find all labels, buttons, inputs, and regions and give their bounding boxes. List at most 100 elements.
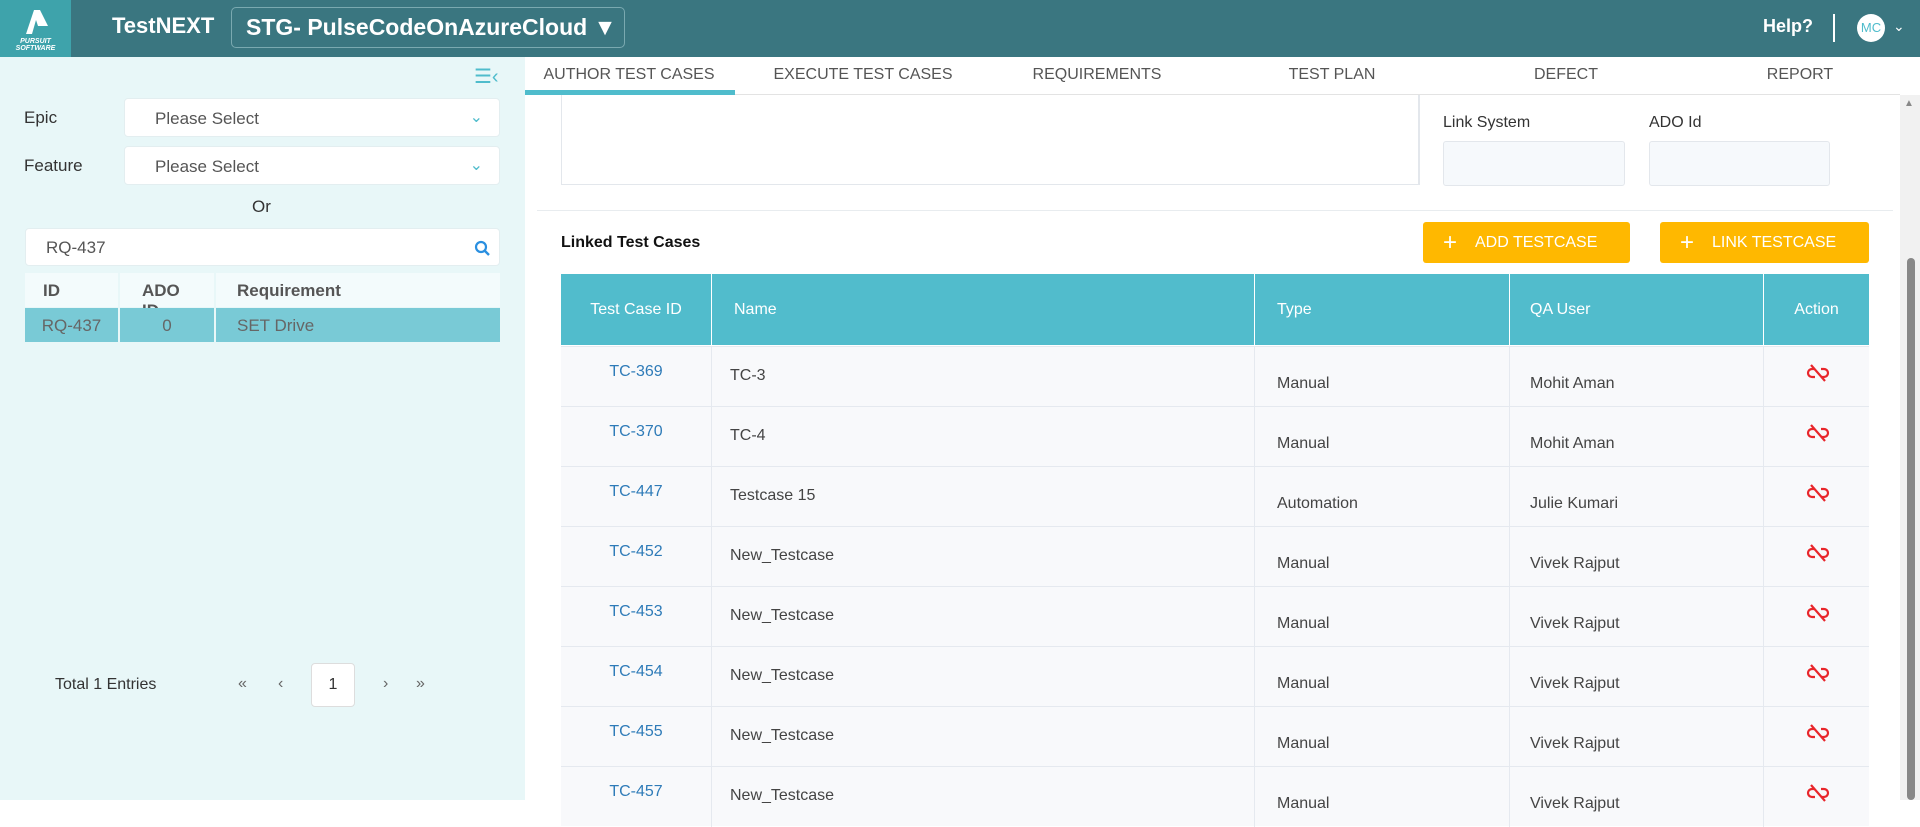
tab-defect[interactable]: DEFECT: [1534, 66, 1598, 84]
feature-select[interactable]: Please Select ⌄: [124, 146, 500, 185]
col-type: Type: [1255, 274, 1510, 345]
epic-label: Epic: [24, 108, 58, 127]
test-case-type: Automation: [1255, 467, 1510, 527]
help-link[interactable]: Help?: [1763, 16, 1813, 37]
action-cell: [1764, 527, 1869, 587]
table-row: TC-370 TC-4 Manual Mohit Aman: [561, 406, 1869, 467]
table-row: TC-447 Testcase 15 Automation Julie Kuma…: [561, 466, 1869, 527]
tab-author-test-cases[interactable]: AUTHOR TEST CASES: [544, 66, 715, 84]
next-page-button[interactable]: ›: [383, 675, 388, 693]
test-case-id-link[interactable]: TC-455: [561, 707, 712, 767]
tab-report[interactable]: REPORT: [1767, 66, 1833, 84]
qa-user: Vivek Rajput: [1510, 647, 1764, 707]
table-row: TC-454 New_Testcase Manual Vivek Rajput: [561, 646, 1869, 707]
app-title: TestNEXT: [112, 13, 215, 38]
requirement-row-ado[interactable]: 0: [120, 308, 214, 342]
qa-user: Julie Kumari: [1510, 467, 1764, 527]
ado-id-input[interactable]: [1649, 141, 1830, 186]
chevron-down-icon[interactable]: ⌄: [1893, 18, 1905, 35]
plus-icon: +: [1443, 229, 1458, 256]
action-cell: [1764, 647, 1869, 707]
qa-user: Vivek Rajput: [1510, 587, 1764, 647]
test-case-name: TC-3: [712, 347, 1255, 407]
col-name: Name: [712, 274, 1255, 345]
test-case-type: Manual: [1255, 407, 1510, 467]
test-case-type: Manual: [1255, 587, 1510, 647]
test-case-id-link[interactable]: TC-370: [561, 407, 712, 467]
section-divider: [537, 210, 1893, 211]
action-cell: [1764, 347, 1869, 407]
test-case-name: Testcase 15: [712, 467, 1255, 527]
test-case-name: New_Testcase: [712, 707, 1255, 767]
link-testcase-button[interactable]: + LINK TESTCASE: [1660, 222, 1869, 263]
table-row: TC-457 New_Testcase Manual Vivek Rajput: [561, 766, 1869, 827]
test-case-id-link[interactable]: TC-369: [561, 347, 712, 407]
search-icon[interactable]: [474, 240, 491, 257]
test-case-id-link[interactable]: TC-453: [561, 587, 712, 647]
chevron-down-icon: ⌄: [469, 157, 483, 174]
qa-user: Vivek Rajput: [1510, 707, 1764, 767]
add-testcase-button[interactable]: + ADD TESTCASE: [1423, 222, 1630, 263]
requirement-search-input[interactable]: RQ-437: [25, 228, 500, 266]
ado-id-label: ADO Id: [1649, 114, 1702, 131]
test-case-type: Manual: [1255, 707, 1510, 767]
requirement-row-name[interactable]: SET Drive: [216, 308, 500, 342]
test-case-id-link[interactable]: TC-447: [561, 467, 712, 527]
test-case-name: New_Testcase: [712, 767, 1255, 827]
unlink-icon[interactable]: [1806, 543, 1830, 563]
collapse-sidebar-icon[interactable]: ☰‹: [474, 64, 499, 89]
pursuit-logo[interactable]: PURSUIT SOFTWARE: [0, 0, 71, 57]
epic-select[interactable]: Please Select ⌄: [124, 98, 500, 137]
test-case-name: TC-4: [712, 407, 1255, 467]
epic-value: Please Select: [155, 109, 259, 128]
test-case-type: Manual: [1255, 647, 1510, 707]
col-requirement: Requirement: [216, 273, 500, 307]
unlink-icon[interactable]: [1806, 783, 1830, 803]
search-value: RQ-437: [46, 238, 106, 257]
unlink-icon[interactable]: [1806, 723, 1830, 743]
logo-text: PURSUIT SOFTWARE: [15, 38, 56, 52]
description-textarea[interactable]: [561, 95, 1419, 185]
tab-execute-test-cases[interactable]: EXECUTE TEST CASES: [773, 66, 952, 84]
first-page-button[interactable]: «: [238, 675, 247, 693]
user-avatar[interactable]: MC: [1857, 14, 1885, 42]
test-case-name: New_Testcase: [712, 527, 1255, 587]
last-page-button[interactable]: »: [416, 675, 425, 693]
tab-requirements[interactable]: REQUIREMENTS: [1033, 66, 1162, 84]
unlink-icon[interactable]: [1806, 483, 1830, 503]
table-row: TC-452 New_Testcase Manual Vivek Rajput: [561, 526, 1869, 587]
test-case-type: Manual: [1255, 347, 1510, 407]
unlink-icon[interactable]: [1806, 423, 1830, 443]
project-selector[interactable]: STG- PulseCodeOnAzureCloud ▼: [231, 7, 625, 48]
unlink-icon[interactable]: [1806, 363, 1830, 383]
col-id: ID: [25, 273, 118, 307]
link-system-label: Link System: [1443, 114, 1531, 131]
plus-icon: +: [1680, 229, 1695, 256]
prev-page-button[interactable]: ‹: [278, 675, 283, 693]
test-case-name: New_Testcase: [712, 587, 1255, 647]
action-cell: [1764, 707, 1869, 767]
test-case-id-link[interactable]: TC-454: [561, 647, 712, 707]
feature-value: Please Select: [155, 157, 259, 176]
add-testcase-label: ADD TESTCASE: [1475, 234, 1598, 251]
table-row: TC-453 New_Testcase Manual Vivek Rajput: [561, 586, 1869, 647]
unlink-icon[interactable]: [1806, 663, 1830, 683]
test-case-id-link[interactable]: TC-452: [561, 527, 712, 587]
page-1-button[interactable]: 1: [311, 663, 355, 707]
action-cell: [1764, 467, 1869, 527]
header-divider: [1833, 14, 1835, 42]
feature-label: Feature: [24, 156, 83, 175]
scroll-up-icon[interactable]: ▲: [1904, 98, 1914, 109]
qa-user: Vivek Rajput: [1510, 527, 1764, 587]
qa-user: Mohit Aman: [1510, 407, 1764, 467]
test-case-name: New_Testcase: [712, 647, 1255, 707]
table-row: TC-369 TC-3 Manual Mohit Aman: [561, 346, 1869, 407]
unlink-icon[interactable]: [1806, 603, 1830, 623]
qa-user: Vivek Rajput: [1510, 767, 1764, 827]
link-system-input[interactable]: [1443, 141, 1625, 186]
action-cell: [1764, 767, 1869, 827]
scrollbar-thumb[interactable]: [1907, 258, 1915, 800]
requirement-row-id[interactable]: RQ-437: [25, 308, 118, 342]
test-case-id-link[interactable]: TC-457: [561, 767, 712, 827]
tab-test-plan[interactable]: TEST PLAN: [1289, 66, 1376, 84]
